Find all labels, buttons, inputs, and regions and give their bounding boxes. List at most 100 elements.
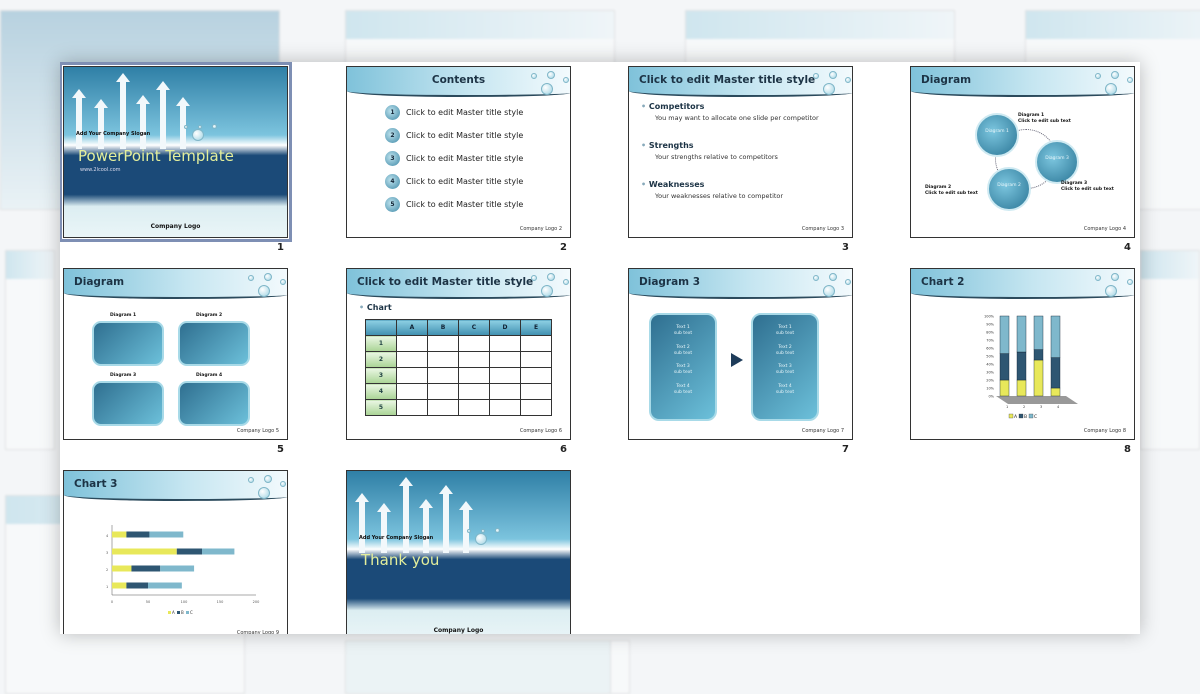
bubble-decoration: [495, 528, 500, 533]
bullet-heading: Weaknesses: [641, 180, 705, 189]
slide-thumbnail-9[interactable]: Chart 3 Company Logo 9 0 50 100 150 200 1 2 3 4 A B C: [63, 470, 288, 634]
slide-title: Click to edit Master title style: [357, 276, 534, 288]
flow-text: Text 2 sub text: [673, 344, 693, 356]
x-tick-label: 100: [181, 600, 188, 604]
x-tick-label: 150: [217, 600, 224, 604]
slide-thumbnail-1[interactable]: Add Your Company Slogan PowerPoint Templa…: [60, 62, 292, 242]
bullet-heading: Strengths: [641, 141, 694, 150]
slide-number: 1: [277, 242, 284, 253]
diagram-box: [178, 381, 250, 426]
bar-segment: [1016, 351, 1027, 381]
diagram-caption: Diagram 2 Click to edit sub text: [925, 185, 978, 196]
diagram-caption: Diagram 3 Click to edit sub text: [1061, 181, 1114, 192]
column-header: E: [520, 319, 552, 336]
table-cell: [427, 335, 459, 352]
row-header: 3: [365, 367, 397, 384]
contents-item-text: Click to edit Master title style: [406, 200, 524, 209]
slide-thumbnail-5[interactable]: Diagram Company Logo 5 Diagram 1 Diagram 2 D…: [63, 268, 288, 440]
bubble-decoration: [845, 279, 851, 285]
website-url: www.2lcool.com: [80, 167, 121, 173]
x-tick-label: 1: [1006, 405, 1008, 409]
flow-text: Text 4 sub text: [673, 383, 693, 396]
slide-sorter-panel: Add Your Company Slogan PowerPoint Templa…: [60, 62, 1140, 634]
number-badge: 3: [385, 151, 400, 166]
bubble-decoration: [845, 77, 851, 83]
table-cell: [458, 335, 490, 352]
flow-text: Text 2 sub text: [775, 344, 795, 356]
table-cell: [458, 383, 490, 400]
bubble-decoration: [813, 73, 819, 79]
slide-footer: Company Logo 6: [519, 428, 562, 434]
contents-item: 1 Click to edit Master title style: [385, 105, 523, 120]
flow-text: Text 1 sub text: [673, 325, 693, 337]
y-tick-label: 20%: [986, 379, 994, 383]
column-header: B: [427, 319, 459, 336]
slide-thumbnail-10[interactable]: Add Your Company Slogan Thank you Company …: [346, 470, 571, 634]
flow-box: Text 1 sub text Text 2 sub text Text 3 sub…: [649, 313, 717, 421]
bubble-decoration: [258, 285, 270, 297]
table-cell: [427, 367, 459, 384]
diagram-caption: Diagram 1 Click to edit sub text: [1018, 113, 1071, 124]
slide-thumbnail-7[interactable]: Diagram 3 Company Logo 7 Text 1 sub text Te…: [628, 268, 853, 440]
bar-segment: [1050, 315, 1061, 358]
bullet-text: Your strengths relative to competitors: [655, 153, 778, 161]
company-logo-text: Company Logo: [150, 223, 201, 230]
slide-title: Click to edit Master title style: [639, 74, 816, 86]
slide-number: 5: [277, 444, 284, 455]
slide-number: 6: [560, 444, 567, 455]
slide-title: Chart 3: [74, 478, 118, 490]
x-tick-label: 3: [1040, 405, 1042, 409]
slide-footer: Company Logo 5: [236, 428, 279, 434]
x-tick-label: 4: [1057, 405, 1060, 409]
company-slogan: Add Your Company Slogan: [359, 535, 434, 541]
table-cell: [489, 351, 521, 368]
slide-title: Diagram: [921, 74, 972, 86]
slide-thumbnail-6[interactable]: Click to edit Master title style Company …: [346, 268, 571, 440]
column-header: D: [489, 319, 521, 336]
bubble-decoration: [264, 273, 272, 281]
bar-segment: [112, 531, 127, 538]
company-logo-text: Company Logo: [433, 627, 484, 634]
y-tick-label: 50%: [986, 355, 994, 359]
slide-thumbnail-4[interactable]: Diagram Company Logo 4 Diagram 1 Diagram 3D…: [910, 66, 1135, 238]
bar-segment: [999, 353, 1010, 381]
chart-bullet: Chart: [359, 303, 392, 312]
slide-thumbnail-2[interactable]: Contents Company Logo 2 1 Click to edit Mas…: [346, 66, 571, 238]
bar-segment: [1033, 349, 1044, 361]
bubble-decoration: [248, 477, 254, 483]
slide-thumbnail-3[interactable]: Click to edit Master title style Company …: [628, 66, 853, 238]
legend-swatch: [186, 611, 189, 614]
contents-item-text: Click to edit Master title style: [406, 154, 524, 163]
slide-number: 7: [842, 444, 849, 455]
bar-segment: [999, 379, 1010, 397]
contents-item: 3 Click to edit Master title style: [385, 151, 523, 166]
bullet-text: You may want to allocate one slide per c…: [655, 114, 819, 122]
table-cell: [458, 367, 490, 384]
slide-title: Diagram: [74, 276, 125, 288]
column-header: A: [396, 319, 428, 336]
y-tick-label: 40%: [986, 363, 994, 367]
bullet-text: Your weaknesses relative to competitor: [655, 192, 784, 200]
bubble-decoration: [1111, 273, 1119, 281]
arrow-up-icon: [377, 503, 391, 553]
y-tick-label: 10%: [986, 387, 994, 391]
bar-segment: [999, 315, 1010, 354]
table-cell: [458, 351, 490, 368]
company-slogan: Add Your Company Slogan: [76, 131, 151, 137]
data-table: ABCDE 12345: [365, 319, 552, 416]
bubble-decoration: [541, 83, 553, 95]
diagram-circle: Diagram 2: [987, 167, 1031, 211]
bubble-decoration: [184, 125, 188, 129]
slide-title: Chart 2: [921, 276, 965, 288]
legend-label: B: [1024, 414, 1027, 420]
legend-label: C: [190, 610, 193, 615]
table-cell: [520, 367, 552, 384]
bar-segment: [126, 531, 150, 538]
bubble-decoration: [1111, 71, 1119, 79]
bar-segment: [126, 582, 148, 589]
bubble-decoration: [280, 279, 286, 285]
table-cell: [396, 383, 428, 400]
bar-segment: [1050, 357, 1061, 389]
table-cell: [427, 383, 459, 400]
slide-thumbnail-8[interactable]: Chart 2 Company Logo 8 0% 10% 20% 30% 40% 50% 60…: [910, 268, 1135, 440]
